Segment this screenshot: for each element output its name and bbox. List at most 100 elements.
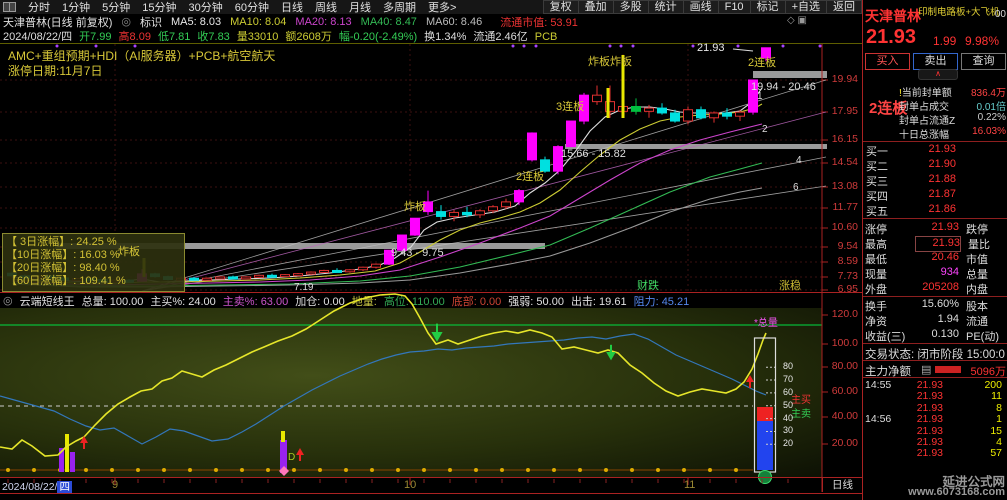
candle-body [527,132,537,161]
zone-label: 9.43 - 9.75 [391,247,444,259]
toolbar-button[interactable]: 画线 [682,0,719,14]
period-tab[interactable]: 月线 [349,0,371,15]
signal-label: 财跌 [637,280,659,292]
candle-body [644,107,654,112]
mark-dot [608,44,612,48]
mark-dot [511,44,515,48]
fan-line [141,79,827,292]
resistance-band [753,71,827,78]
candle-body [202,277,212,281]
candle-body [670,112,680,122]
candle-body [514,190,524,203]
gain-stats-box: 【 3日涨幅】: 24.25 % 【10日涨幅】: 16.03 % 【20日涨幅】:… [2,233,185,292]
toolbar-button[interactable]: F10 [717,0,751,14]
candle-body [618,105,628,112]
toolbar-button[interactable]: 返回 [826,0,862,14]
annotation-line-1: AMC+重组预期+HDI（AI服务器）+PCB+航空航天 [8,49,276,63]
ohlc-bar: 2024/08/22/四 开7.99 高8.09 低7.81 收7.83 量33010 额… [0,29,862,44]
bid-row[interactable]: 买五 21.86 [866,203,961,219]
candle-body [709,112,719,119]
indicator-param: 地量: [351,295,377,308]
period-tab[interactable]: 60分钟 [235,0,269,15]
mark-dot [94,44,98,48]
candle-body [488,206,498,212]
indicator-collapse-icon[interactable]: ◎ [3,294,13,307]
quote-grid-row: 净资 1.94 流通 [865,313,988,328]
bid-row[interactable]: 买二 21.90 [866,158,961,174]
fanline-label: 6 [793,182,799,193]
ohlc-value: 幅-0.20(-2.49%) [338,31,418,43]
mark-dot [818,44,822,48]
quote-panel: 天津普林 印制电路板+大飞机 00 21.93 1.99 9.98% 买入 卖出查… [862,0,1007,500]
indicator-param: 总量: 100.00 [81,295,144,308]
axis-tick-label: 60.00 [831,385,858,397]
label-lianban: 2连板 [748,57,777,69]
fanline-label: 2 [762,124,768,135]
candle-body [722,112,732,117]
mark-dot [781,44,785,48]
axis-tick-label: 8.59 [837,255,858,267]
period-tab[interactable]: 日线 [281,0,303,15]
bid-row[interactable]: 买三 21.88 [866,173,961,189]
main-net-icon[interactable]: ▤ [921,363,931,376]
candle-body [306,271,316,275]
quote-grid-row: 外盘 205208 内盘 [865,281,988,296]
ohlc-values: 开7.99 高8.09 低7.81 收7.83 量33010 额2608万 幅-0.20(-… [79,28,564,44]
mark-dot [55,44,59,48]
axis-tick-label: 120.0 [831,308,858,320]
candle-body [189,277,199,281]
panel-change: 1.99 [933,34,957,48]
toolbar-button[interactable]: 统计 [647,0,684,14]
candle-body [384,249,394,265]
bid-row[interactable]: 买四 21.87 [866,188,961,204]
query-button[interactable]: 查询 [961,53,1006,70]
bid-row[interactable]: 买一 21.93 [866,143,961,159]
mark-dot [133,44,137,48]
axis-tick-label: 20.00 [831,437,858,449]
watermark-url: www.6073168.com [908,486,1005,498]
period-tab[interactable]: 更多> [428,0,456,15]
price-pointer [732,48,754,52]
collapse-panel-handle[interactable]: ∧ [918,69,958,80]
timeline-date: 2024/08/22/四 [2,481,72,493]
timeline-period-box[interactable]: 日线 [822,478,863,492]
sell-button[interactable]: 卖出 [913,53,958,70]
ma-value: MA20: 8.13 [295,15,352,28]
indicator-param: 强弱: 50.00 [508,295,564,308]
axis-tick-label: 16.15 [831,133,858,145]
label-lianban: 2连板 [516,171,545,183]
quote-grid-row: 现量 934 总量 [865,266,988,281]
toolbar-button[interactable]: 复权 [542,0,579,14]
candle-body [735,111,745,117]
gain-stat-line: 【60日涨幅】: 109.41 % [6,275,126,287]
app-window: 分时 1分钟 5分钟 15分钟 30分钟 60分钟 日线 周线 月线 多周期 更多> 复权 叠加 多股统… [0,0,1007,500]
candle-body [241,276,251,280]
period-tab[interactable]: 周线 [315,0,337,15]
period-tab[interactable]: 30分钟 [189,0,223,15]
axis-tick-label: 13.08 [831,180,858,192]
candle-body [449,211,459,217]
toolbar-button[interactable]: 叠加 [577,0,614,14]
timeline-month-label: 9 [112,479,119,491]
toolbar-button[interactable]: 多股 [612,0,649,14]
timeline-month-label: 11 [684,479,696,491]
mark-circle-icon[interactable]: ◎ [121,15,131,28]
window-layout-icon[interactable] [3,2,16,12]
toolbar-button[interactable]: 标记 [749,0,786,14]
ohlc-value: 额2608万 [285,31,332,43]
candle-body [358,266,368,271]
panel-stock-tags: 印制电路板+大飞机 [918,7,1000,18]
board-info-row: 封单占流通Z 0.22% [899,112,1006,127]
indicator-param: 云端短线王 [19,295,75,308]
buy-button[interactable]: 买入 [865,53,910,70]
axis-tick-label: 7.73 [837,270,858,282]
indicator-param: 底部: 0.00 [451,295,502,308]
toolbar-button[interactable]: +自选 [784,0,827,14]
candle-body [410,217,420,236]
period-tab[interactable]: 多周期 [383,0,416,15]
candle-body [566,120,576,148]
axis-tick-label: 19.94 [831,73,858,85]
ohlc-value: 收7.83 [197,31,230,43]
mark-dot [534,44,538,48]
indicator-header: ◎ 云端短线王 总量: 100.00 主买%: 24.00 主卖%: 63.00 加仓:… [0,293,822,308]
